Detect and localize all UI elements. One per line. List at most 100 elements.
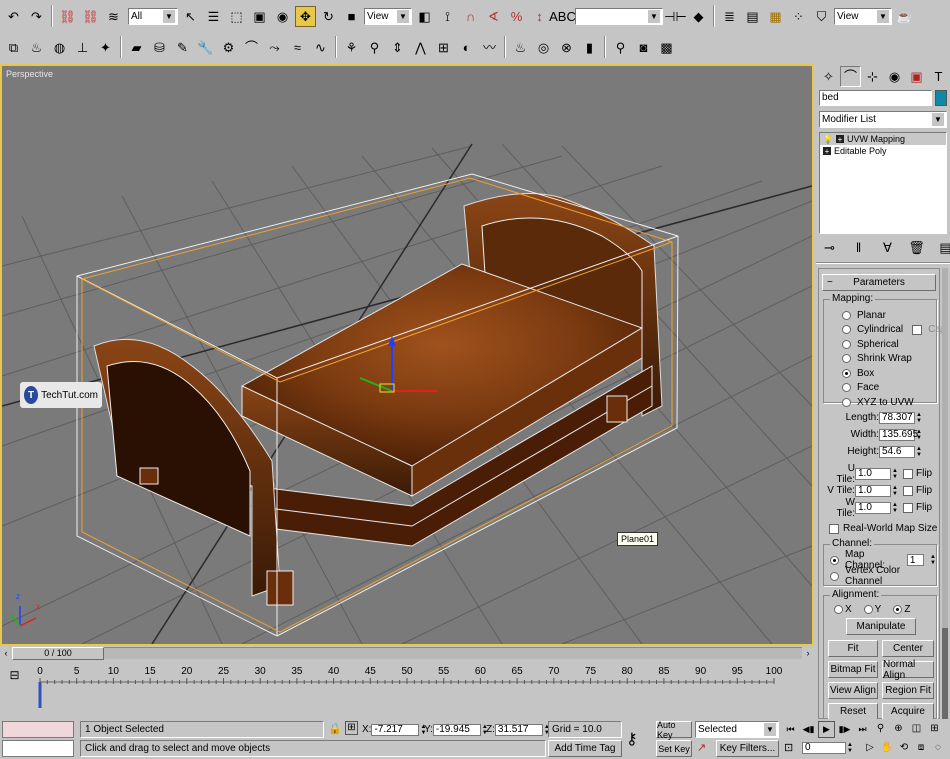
angle-snap-icon[interactable]: ∢ bbox=[483, 6, 504, 27]
bone-icon[interactable]: ⚲ bbox=[364, 37, 385, 58]
mirror-icon[interactable]: ⊣⊢ bbox=[664, 6, 687, 27]
spherify-icon[interactable]: ◐ bbox=[456, 37, 477, 58]
window-crossing-icon[interactable]: ▣ bbox=[249, 6, 270, 27]
lock-selection-icon[interactable]: 🔒 bbox=[328, 722, 342, 735]
unlink-icon[interactable]: ⛓ bbox=[80, 6, 101, 27]
mapping-cylindrical-radio[interactable]: Cylindrical Cap bbox=[842, 323, 946, 337]
track-bar[interactable]: ⊟ 0 5 10 15 20 25 30 35 40 45 50 55 60 65 70 75 80 85 90 95… bbox=[0, 662, 814, 714]
bind-space-warp-icon[interactable]: ≋ bbox=[103, 6, 124, 27]
twist-icon[interactable]: ⤳ bbox=[264, 37, 285, 58]
noise-icon[interactable]: ≈ bbox=[287, 37, 308, 58]
x-coordinate[interactable]: X: -7.217 ▲ ▼ bbox=[362, 723, 427, 736]
bend-icon[interactable]: ⌒ bbox=[241, 37, 262, 58]
key-filters-button[interactable]: Key Filters... bbox=[716, 740, 779, 757]
manipulate-button[interactable]: Manipulate bbox=[846, 618, 916, 635]
star-icon[interactable]: ✦ bbox=[95, 37, 116, 58]
edit-poly-icon[interactable]: ✎ bbox=[172, 37, 193, 58]
width-spinner[interactable]: Width: 135.695 ▲ ▼ bbox=[823, 428, 937, 441]
align-icon[interactable]: ◆ bbox=[688, 6, 709, 27]
maximize-viewport-icon[interactable]: ⧈ bbox=[913, 740, 929, 756]
play-icon[interactable]: ▶ bbox=[818, 720, 835, 738]
collapse-icon[interactable]: − bbox=[827, 277, 833, 288]
next-frame-icon[interactable]: › bbox=[802, 648, 814, 658]
previous-frame-icon[interactable]: ‹ bbox=[0, 648, 12, 658]
reference-coordinate-dropdown[interactable]: View ▼ bbox=[364, 7, 412, 25]
lattice-icon[interactable]: ⊞ bbox=[433, 37, 454, 58]
skin-icon[interactable]: ⚘ bbox=[341, 37, 362, 58]
render-frame-icon[interactable]: ▮ bbox=[579, 37, 600, 58]
key-mode-toggle-icon[interactable]: ⊡ bbox=[784, 741, 793, 754]
key-icon[interactable]: ⚷ bbox=[626, 729, 638, 749]
object-color-swatch[interactable] bbox=[935, 90, 947, 106]
align-x-radio[interactable]: X bbox=[834, 602, 852, 616]
set-key-button[interactable]: Set Key bbox=[656, 740, 692, 757]
previous-key-icon[interactable]: ◀▮ bbox=[800, 721, 817, 738]
auto-key-button[interactable]: Auto Key bbox=[656, 720, 692, 740]
expand-icon[interactable]: + bbox=[823, 147, 831, 156]
percent-snap-icon[interactable]: % bbox=[506, 6, 527, 27]
motion-tab-icon[interactable]: ◉ bbox=[884, 66, 905, 87]
wave-icon[interactable]: ∿ bbox=[310, 37, 331, 58]
stretch-icon[interactable]: ⇕ bbox=[387, 37, 408, 58]
viewport-label[interactable]: Perspective bbox=[6, 69, 53, 79]
cone-icon[interactable]: ⊥ bbox=[72, 37, 93, 58]
absolute-mode-icon[interactable]: ⊞ bbox=[345, 721, 358, 735]
mapping-face-radio[interactable]: Face bbox=[842, 381, 946, 395]
u-tile-spinner[interactable]: U Tile: 1.0 ▲ ▼ Flip bbox=[823, 463, 937, 485]
plane-icon[interactable]: ▰ bbox=[126, 37, 147, 58]
length-spinner[interactable]: Length: 78.307 ▲ ▼ bbox=[823, 411, 937, 424]
wrench-icon[interactable]: 🔧 bbox=[195, 37, 216, 58]
zoom-all-icon[interactable]: ⊕ bbox=[890, 721, 907, 738]
gear-icon[interactable]: ⚙ bbox=[218, 37, 239, 58]
edit-named-selection-icon[interactable]: ABC bbox=[549, 6, 576, 27]
object-name-field[interactable]: bed bbox=[819, 90, 932, 106]
real-world-map-size-checkbox[interactable]: Real-World Map Size bbox=[829, 523, 937, 534]
camera-icon[interactable]: ◙ bbox=[633, 37, 654, 58]
show-end-result-icon[interactable]: ‖ bbox=[848, 237, 869, 258]
v-tile-spinner[interactable]: V Tile: 1.0 ▲ ▼ Flip bbox=[823, 484, 937, 497]
lightbulb-icon[interactable]: 💡 bbox=[823, 135, 833, 144]
current-frame[interactable]: 0 ▲ ▼ bbox=[802, 741, 854, 754]
redo-icon[interactable]: ↷ bbox=[26, 6, 47, 27]
select-and-manipulate-icon[interactable]: ◉ bbox=[272, 6, 293, 27]
teapot-icon[interactable]: ♨ bbox=[26, 37, 47, 58]
configure-sets-icon[interactable]: ▤ bbox=[935, 237, 950, 258]
rectangle-selection-icon[interactable]: ⬚ bbox=[226, 6, 247, 27]
zoom-icon[interactable]: ⚲ bbox=[610, 37, 631, 58]
spinner-arrows-icon[interactable]: ▲ ▼ bbox=[891, 502, 899, 514]
cylinder-icon[interactable]: ⛁ bbox=[149, 37, 170, 58]
vertex-color-channel-radio[interactable]: Vertex Color Channel bbox=[830, 565, 936, 587]
acquire-button[interactable]: Acquire bbox=[882, 703, 934, 720]
y-coordinate[interactable]: Y: -19.945 ▲ ▼ bbox=[424, 723, 489, 736]
box-icon[interactable]: ⧉ bbox=[3, 37, 24, 58]
named-selection-sets-dropdown[interactable]: ▼ bbox=[575, 7, 663, 25]
modifier-list-dropdown[interactable]: Modifier List ▼ bbox=[819, 111, 947, 128]
render-setup-icon[interactable]: ⛉ bbox=[811, 6, 832, 27]
pivot-center-icon[interactable]: ◧ bbox=[414, 6, 435, 27]
unwrap-icon[interactable]: ◎ bbox=[533, 37, 554, 58]
spinner-arrows-icon[interactable]: ▲ ▼ bbox=[891, 468, 899, 480]
field-of-view-icon[interactable]: ▷ bbox=[862, 740, 878, 756]
stack-item-uvw-mapping[interactable]: 💡 + UVW Mapping bbox=[820, 133, 946, 145]
manipulate-icon[interactable]: ⟟ bbox=[437, 6, 458, 27]
go-to-start-icon[interactable]: ⏮ bbox=[782, 721, 799, 738]
layer-manager-icon[interactable]: ≣ bbox=[719, 6, 740, 27]
orbit-icon[interactable]: ◌ bbox=[930, 740, 946, 756]
zoom-extents-icon[interactable]: ◫ bbox=[908, 721, 925, 738]
fit-button[interactable]: Fit bbox=[828, 640, 878, 657]
zoom-icon[interactable]: ⚲ bbox=[872, 721, 889, 738]
select-and-move-icon[interactable]: ✥ bbox=[295, 5, 316, 27]
cap-checkbox[interactable] bbox=[912, 324, 923, 335]
mapping-shrink-wrap-radio[interactable]: Shrink Wrap bbox=[842, 352, 946, 366]
bitmap-fit-button[interactable]: Bitmap Fit bbox=[828, 661, 878, 678]
v-flip-checkbox[interactable] bbox=[903, 485, 913, 496]
modify-tab-icon[interactable]: ⌒ bbox=[840, 65, 861, 87]
maxscript-listener-bottom[interactable] bbox=[2, 740, 74, 757]
go-to-end-icon[interactable]: ⏭ bbox=[854, 721, 871, 738]
hierarchy-tab-icon[interactable]: ⊹ bbox=[862, 66, 883, 87]
default-in-out-tangents-icon[interactable]: ↗ bbox=[697, 741, 706, 754]
undo-icon[interactable]: ↶ bbox=[3, 6, 24, 27]
render-view-dropdown[interactable]: View ▼ bbox=[834, 7, 892, 25]
snaps-toggle-icon[interactable]: ∩ bbox=[460, 6, 481, 27]
spinner-arrows-icon[interactable]: ▲ ▼ bbox=[915, 412, 923, 424]
